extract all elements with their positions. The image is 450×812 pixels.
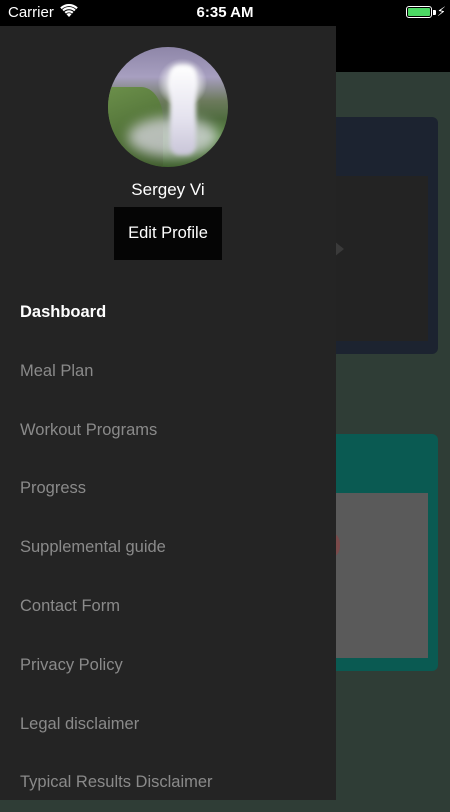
avatar[interactable] <box>108 47 228 167</box>
edit-profile-button[interactable]: Edit Profile <box>114 207 222 260</box>
menu-item-supplemental-guide[interactable]: Supplemental guide <box>0 518 336 577</box>
clock: 6:35 AM <box>196 4 254 21</box>
drawer-menu: Dashboard Meal Plan Workout Programs Pro… <box>0 283 336 812</box>
avatar-waterfall <box>170 65 196 155</box>
menu-item-typical-results-disclaimer[interactable]: Typical Results Disclaimer <box>0 753 336 812</box>
battery-icon <box>406 6 432 18</box>
status-bar: Carrier 6:35 AM ⚡ <box>0 0 450 26</box>
background-image-thumbnail <box>330 493 428 658</box>
menu-item-contact-form[interactable]: Contact Form <box>0 577 336 636</box>
background-video-thumbnail <box>330 176 428 341</box>
menu-item-legal-disclaimer[interactable]: Legal disclaimer <box>0 695 336 754</box>
navigation-drawer: Sergey Vi Edit Profile Dashboard Meal Pl… <box>0 0 336 800</box>
menu-item-progress[interactable]: Progress <box>0 459 336 518</box>
battery-tip <box>433 10 436 15</box>
menu-item-dashboard[interactable]: Dashboard <box>0 283 336 342</box>
charging-icon: ⚡ <box>436 4 446 19</box>
menu-item-workout-programs[interactable]: Workout Programs <box>0 401 336 460</box>
user-name: Sergey Vi <box>131 180 205 199</box>
menu-item-meal-plan[interactable]: Meal Plan <box>0 342 336 401</box>
menu-item-privacy-policy[interactable]: Privacy Policy <box>0 636 336 695</box>
